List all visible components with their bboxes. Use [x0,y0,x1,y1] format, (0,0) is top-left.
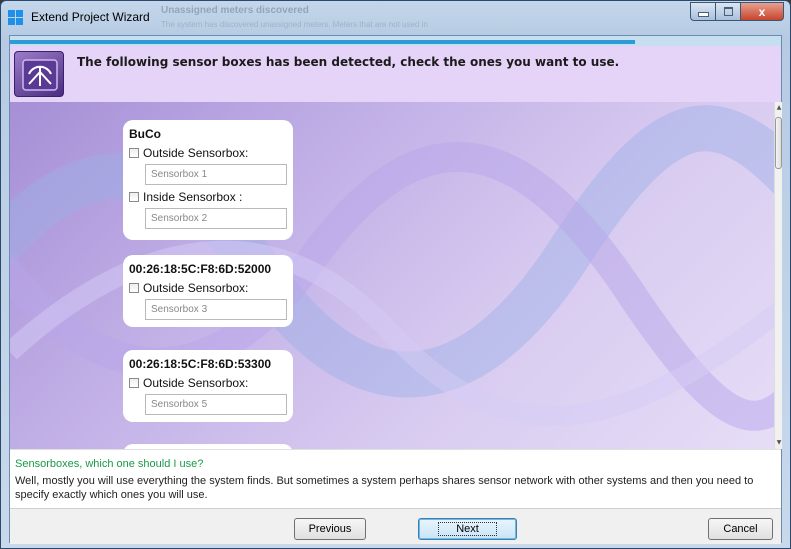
title-bar: Extend Project Wizard Unassigned meters … [1,1,790,35]
cancel-button[interactable]: Cancel [708,518,773,540]
minimize-button[interactable] [690,2,716,21]
sensor-label: Outside Sensorbox: [143,376,249,390]
step-instruction: The following sensor boxes has been dete… [77,55,620,69]
window-controls: x [690,2,784,21]
scroll-down-icon[interactable]: ▼ [775,437,783,449]
device-card: 00:26:18:5C:F8:6D:52000 Outside Sensorbo… [123,255,293,327]
sensor-checkbox-row[interactable]: Outside Sensorbox: [129,145,287,161]
maximize-button[interactable] [716,2,741,21]
progress-fill [10,40,635,44]
app-icon [8,10,24,26]
sensor-name-field[interactable]: Sensorbox 1 [145,164,287,185]
sensor-name-field[interactable]: Sensorbox 2 [145,208,287,229]
sensor-checkbox-row[interactable]: Inside Sensorbox : [129,189,287,205]
device-name: 00:26:18:5C:F8:6D:52000 [129,262,272,276]
sensor-name-field[interactable]: Sensorbox 5 [145,394,287,415]
background-window-title: Unassigned meters discovered [161,5,309,16]
sensor-checkbox-row[interactable]: Outside Sensorbox: [129,280,287,296]
sensor-label: Outside Sensorbox: [143,146,249,160]
button-bar: Previous Next Cancel [10,508,781,544]
close-icon: x [758,4,766,19]
sensor-checkbox[interactable] [129,148,139,158]
next-button[interactable]: Next [418,518,517,540]
close-button[interactable]: x [741,2,784,21]
wizard-window: Extend Project Wizard Unassigned meters … [0,0,791,549]
maximize-icon [723,7,733,16]
progress-bar [10,36,781,46]
sensor-label: Outside Sensorbox: [143,281,249,295]
wizard-client-area: The following sensor boxes has been dete… [9,35,782,544]
sensor-checkbox[interactable] [129,192,139,202]
window-title: Extend Project Wizard [31,10,150,24]
help-title: Sensorboxes, which one should I use? [15,458,204,470]
device-name: BuCo [129,127,161,141]
sensor-checkbox[interactable] [129,283,139,293]
scroll-thumb[interactable] [775,117,782,169]
sensor-name-field[interactable]: Sensorbox 3 [145,299,287,320]
sensor-label: Inside Sensorbox : [143,190,243,204]
wizard-logo-icon [14,51,64,97]
vertical-scrollbar[interactable]: ▲ ▼ [774,102,782,449]
previous-button[interactable]: Previous [294,518,366,540]
help-text: Well, mostly you will use everything the… [15,475,754,501]
step-header: The following sensor boxes has been dete… [10,46,781,102]
device-card: 00:26:18:5C:F8:6D:53300 Outside Sensorbo… [123,350,293,422]
sensor-checkbox-row[interactable]: Outside Sensorbox: [129,375,287,391]
device-name: 00:26:18:5C:F8:6D:53300 [129,357,272,371]
next-button-label: Next [438,522,497,536]
background-window-text: The system has discovered unassigned met… [161,20,428,29]
sensorbox-list[interactable]: BuCo Outside Sensorbox: Sensorbox 1 Insi… [10,102,774,449]
sensor-checkbox[interactable] [129,378,139,388]
device-card: BuCo Outside Sensorbox: Sensorbox 1 Insi… [123,120,293,240]
help-panel: Sensorboxes, which one should I use? Wel… [10,449,781,508]
minimize-icon [697,12,709,17]
scroll-up-icon[interactable]: ▲ [775,102,783,114]
